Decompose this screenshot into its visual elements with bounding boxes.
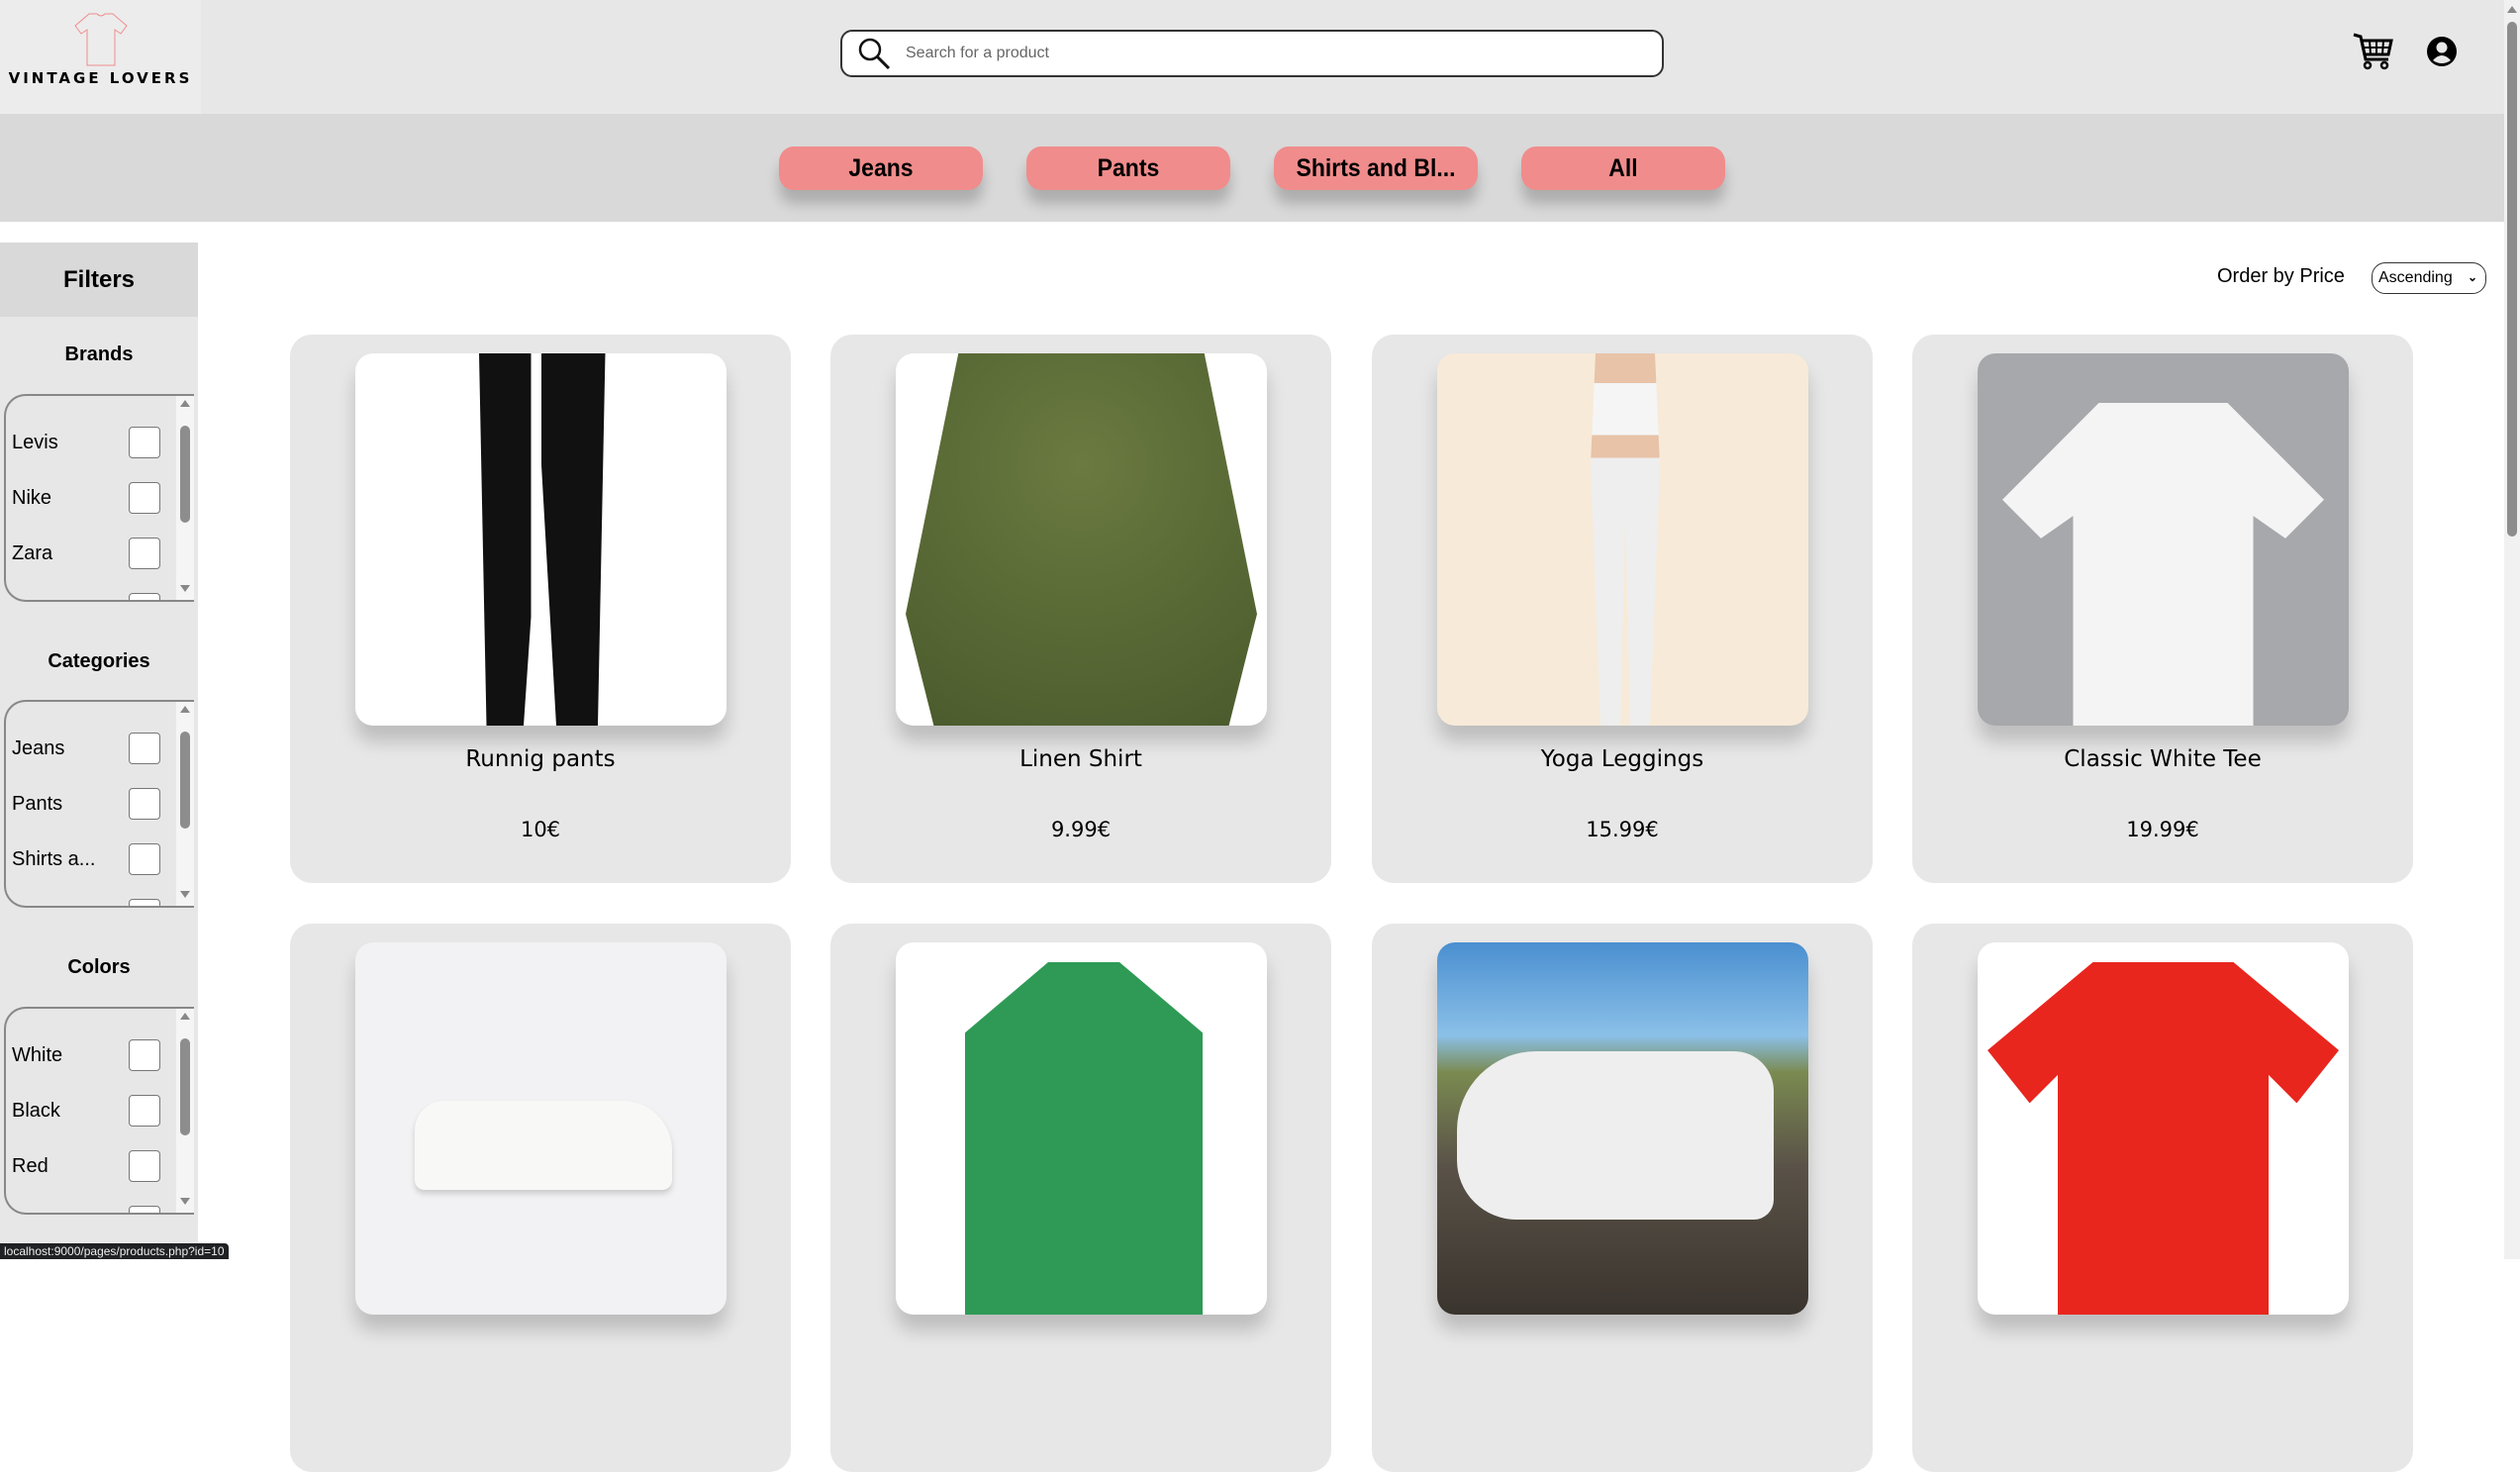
product-card[interactable]: Runnig pants 10€ bbox=[290, 335, 791, 883]
category-shirts-button[interactable]: Shirts and Bl... bbox=[1273, 147, 1479, 190]
product-card[interactable]: Yoga Leggings 15.99€ bbox=[1372, 335, 1873, 883]
logo-text: VINTAGE LOVERS bbox=[8, 69, 193, 87]
filter-label: Red bbox=[12, 1154, 48, 1177]
filter-checkbox[interactable] bbox=[129, 843, 160, 875]
filters-title: Filters bbox=[0, 243, 198, 317]
product-card[interactable] bbox=[830, 924, 1331, 1472]
categories-list[interactable]: Jeans Pants Shirts a... bbox=[4, 700, 194, 908]
filter-checkbox[interactable] bbox=[129, 788, 160, 820]
status-url: localhost:9000/pages/products.php?id=10 bbox=[0, 1243, 229, 1259]
filters-sidebar: Filters Brands Levis Nike Zara Categorie… bbox=[0, 243, 198, 1259]
logo[interactable]: VINTAGE LOVERS bbox=[0, 0, 201, 114]
filter-label: Pants bbox=[12, 792, 63, 815]
filter-label: Jeans bbox=[12, 736, 65, 759]
filter-label: White bbox=[12, 1043, 63, 1066]
header: VINTAGE LOVERS bbox=[0, 0, 2504, 114]
category-pants-button[interactable]: Pants bbox=[1025, 147, 1231, 190]
filter-item[interactable]: Levis bbox=[6, 415, 194, 470]
colors-title: Colors bbox=[67, 956, 131, 978]
product-price: 10€ bbox=[520, 818, 561, 841]
category-all-button[interactable]: All bbox=[1520, 147, 1726, 190]
filter-item[interactable]: Jeans bbox=[6, 721, 194, 776]
colors-list[interactable]: White Black Red bbox=[4, 1007, 194, 1215]
category-jeans-button[interactable]: Jeans bbox=[778, 147, 984, 190]
filter-label: Shirts a... bbox=[12, 847, 96, 870]
product-card[interactable] bbox=[1372, 924, 1873, 1472]
brands-list[interactable]: Levis Nike Zara bbox=[4, 394, 194, 602]
search-bar[interactable] bbox=[840, 30, 1664, 77]
filter-checkbox[interactable] bbox=[129, 1150, 160, 1182]
search-input[interactable] bbox=[906, 45, 1599, 62]
filter-checkbox[interactable] bbox=[129, 733, 160, 764]
scrollbar[interactable] bbox=[176, 1009, 194, 1213]
category-bar: Jeans Pants Shirts and Bl... All bbox=[0, 114, 2504, 222]
product-price: 15.99€ bbox=[1586, 818, 1659, 841]
filter-item[interactable]: Red bbox=[6, 1138, 194, 1194]
filter-checkbox[interactable] bbox=[129, 1039, 160, 1071]
filter-item[interactable]: White bbox=[6, 1028, 194, 1083]
filter-checkbox[interactable] bbox=[129, 593, 160, 600]
filter-checkbox[interactable] bbox=[129, 538, 160, 569]
product-image[interactable] bbox=[896, 353, 1267, 726]
product-card[interactable]: Classic White Tee 19.99€ bbox=[1912, 335, 2413, 883]
product-image[interactable] bbox=[355, 353, 727, 726]
product-name: Linen Shirt bbox=[1019, 746, 1142, 772]
cart-icon[interactable] bbox=[2352, 32, 2393, 71]
product-image[interactable] bbox=[1437, 353, 1808, 726]
sort-select[interactable]: Ascending ⌄ bbox=[2372, 262, 2486, 294]
filter-checkbox[interactable] bbox=[129, 899, 160, 906]
product-card[interactable] bbox=[1912, 924, 2413, 1472]
filter-label: Zara bbox=[12, 541, 53, 564]
filter-checkbox[interactable] bbox=[129, 427, 160, 458]
product-card[interactable] bbox=[290, 924, 791, 1472]
filter-checkbox[interactable] bbox=[129, 1095, 160, 1127]
filter-checkbox[interactable] bbox=[129, 482, 160, 514]
user-circle-icon[interactable] bbox=[2426, 36, 2458, 67]
tshirt-logo-icon bbox=[73, 13, 128, 66]
filter-label: Levis bbox=[12, 431, 58, 453]
brands-title: Brands bbox=[64, 343, 134, 365]
product-price: 9.99€ bbox=[1050, 818, 1112, 841]
scrollbar[interactable] bbox=[176, 702, 194, 906]
page-scrollbar[interactable] bbox=[2504, 0, 2520, 1259]
filter-label: Black bbox=[12, 1099, 60, 1122]
filter-item[interactable]: Black bbox=[6, 1083, 194, 1138]
product-name: Classic White Tee bbox=[2064, 746, 2262, 772]
filter-item[interactable]: Zara bbox=[6, 526, 194, 581]
product-image[interactable] bbox=[1978, 353, 2349, 726]
product-card[interactable]: Linen Shirt 9.99€ bbox=[830, 335, 1331, 883]
product-name: Yoga Leggings bbox=[1540, 746, 1704, 772]
search-icon bbox=[858, 38, 891, 70]
scrollbar[interactable] bbox=[176, 396, 194, 600]
product-price: 19.99€ bbox=[2126, 818, 2199, 841]
filter-label: Nike bbox=[12, 486, 52, 509]
filter-item[interactable]: Shirts a... bbox=[6, 832, 194, 887]
categories-title: Categories bbox=[48, 650, 150, 672]
filter-checkbox[interactable] bbox=[129, 1206, 160, 1213]
product-name: Runnig pants bbox=[465, 746, 616, 772]
sort-selected: Ascending bbox=[2378, 269, 2453, 286]
filter-item[interactable]: Nike bbox=[6, 470, 194, 526]
order-by-label: Order by Price bbox=[2217, 265, 2345, 287]
chevron-down-icon: ⌄ bbox=[2467, 270, 2477, 284]
filter-item[interactable]: Pants bbox=[6, 776, 194, 832]
